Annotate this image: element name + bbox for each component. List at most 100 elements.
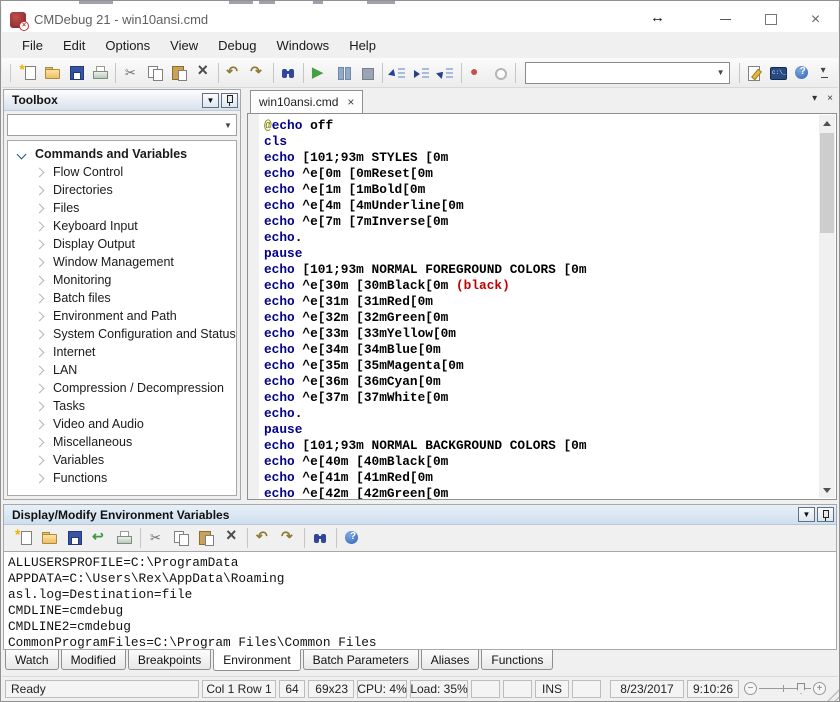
code-line[interactable]: echo ^e[37m [37mWhite[0m — [264, 390, 818, 406]
step-into-button[interactable] — [386, 61, 410, 85]
save-button[interactable] — [65, 61, 89, 85]
tree-item-lan[interactable]: LAN — [8, 361, 236, 379]
scrollbar-thumb[interactable] — [820, 133, 834, 233]
tab-list-dropdown-icon[interactable]: ▾ — [812, 93, 817, 104]
code-line[interactable]: echo ^e[0m [0mReset[0m — [264, 166, 818, 182]
tree-item-functions[interactable]: Functions — [8, 469, 236, 487]
env-variable-row[interactable]: ALLUSERSPROFILE=C:\ProgramData — [8, 555, 836, 571]
open-button[interactable] — [37, 526, 62, 550]
help-button[interactable] — [790, 61, 814, 85]
code-line[interactable]: echo ^e[4m [4mUnderline[0m — [264, 198, 818, 214]
tree-item-keyboard-input[interactable]: Keyboard Input — [8, 217, 236, 235]
breakpoint-button[interactable] — [465, 61, 489, 85]
toolbox-filter-input[interactable] — [8, 117, 220, 133]
menu-options[interactable]: Options — [95, 34, 160, 57]
tree-item-compression-decompression[interactable]: Compression / Decompression — [8, 379, 236, 397]
tree-item-batch-files[interactable]: Batch files — [8, 289, 236, 307]
new-button[interactable] — [12, 526, 37, 550]
help-button[interactable] — [340, 526, 365, 550]
toolbar-combobox[interactable]: ▼ — [525, 62, 729, 84]
environment-pin-button[interactable] — [817, 507, 834, 522]
cut-button[interactable] — [144, 526, 169, 550]
zoom-out-button[interactable]: − — [744, 682, 757, 695]
toolbox-menu-button[interactable]: ▼ — [202, 93, 219, 108]
revert-button[interactable] — [87, 526, 112, 550]
breakpoint-clear-button[interactable] — [488, 61, 512, 85]
code-line[interactable]: echo ^e[33m [33mYellow[0m — [264, 326, 818, 342]
env-variable-row[interactable]: CMDLINE=cmdebug — [8, 603, 836, 619]
save-button[interactable] — [62, 526, 87, 550]
code-line[interactable]: echo ^e[41m [41mRed[0m — [264, 470, 818, 486]
code-line[interactable]: cls — [264, 134, 818, 150]
tree-item-tasks[interactable]: Tasks — [8, 397, 236, 415]
run-button[interactable] — [307, 61, 331, 85]
undo-button[interactable] — [222, 61, 246, 85]
menu-file[interactable]: File — [12, 34, 53, 57]
tree-item-window-management[interactable]: Window Management — [8, 253, 236, 271]
code-line[interactable]: echo ^e[7m [7mInverse[0m — [264, 214, 818, 230]
code-line[interactable]: echo. — [264, 406, 818, 422]
code-line[interactable]: echo ^e[31m [31mRed[0m — [264, 294, 818, 310]
redo-button[interactable] — [276, 526, 301, 550]
tab-functions[interactable]: Functions — [481, 650, 553, 670]
tree-item-display-output[interactable]: Display Output — [8, 235, 236, 253]
env-variable-row[interactable]: asl.log=Destination=file — [8, 587, 836, 603]
code-line[interactable]: @echo off — [264, 118, 818, 134]
redo-button[interactable] — [246, 61, 270, 85]
tree-item-commands-and-variables[interactable]: Commands and Variables — [8, 145, 236, 163]
copy-button[interactable] — [143, 61, 167, 85]
zoom-track[interactable] — [759, 688, 811, 689]
delete-button[interactable] — [191, 61, 215, 85]
tree-item-video-and-audio[interactable]: Video and Audio — [8, 415, 236, 433]
undo-button[interactable] — [251, 526, 276, 550]
tree-item-internet[interactable]: Internet — [8, 343, 236, 361]
paste-button[interactable] — [194, 526, 219, 550]
tree-item-files[interactable]: Files — [8, 199, 236, 217]
tree-item-monitoring[interactable]: Monitoring — [8, 271, 236, 289]
scroll-up-arrow[interactable] — [819, 115, 835, 131]
code-line[interactable]: echo ^e[40m [40mBlack[0m — [264, 454, 818, 470]
code-line[interactable]: echo ^e[36m [36mCyan[0m — [264, 374, 818, 390]
tab-modified[interactable]: Modified — [61, 650, 126, 670]
minimize-button[interactable] — [703, 7, 748, 32]
environment-variable-list[interactable]: ALLUSERSPROFILE=C:\ProgramDataAPPDATA=C:… — [4, 551, 836, 649]
new-button[interactable] — [17, 61, 41, 85]
print-button[interactable] — [89, 61, 113, 85]
tree-item-environment-and-path[interactable]: Environment and Path — [8, 307, 236, 325]
delete-button[interactable] — [219, 526, 244, 550]
editor-vertical-scrollbar[interactable] — [819, 115, 835, 498]
code-line[interactable]: echo ^e[35m [35mMagenta[0m — [264, 358, 818, 374]
toolbox-pin-button[interactable] — [221, 93, 238, 108]
code-line[interactable]: echo [101;93m NORMAL BACKGROUND COLORS [… — [264, 438, 818, 454]
stop-button[interactable] — [355, 61, 379, 85]
close-button[interactable]: × — [793, 7, 838, 32]
tab-close-icon[interactable]: × — [347, 97, 354, 107]
tab-environment[interactable]: Environment — [213, 649, 300, 671]
editor-tab[interactable]: win10ansi.cmd × — [250, 90, 363, 113]
code-line[interactable]: echo ^e[30m [30mBlack[0m (black) — [264, 278, 818, 294]
find-button[interactable] — [277, 61, 301, 85]
chevron-down-icon[interactable]: ▼ — [713, 68, 729, 77]
overflow-button[interactable] — [814, 61, 838, 85]
toolbar-combobox-input[interactable] — [526, 65, 712, 81]
environment-menu-button[interactable]: ▼ — [798, 507, 815, 522]
code-line[interactable]: pause — [264, 246, 818, 262]
tree-item-directories[interactable]: Directories — [8, 181, 236, 199]
editor-content[interactable]: @echo offclsecho [101;93m STYLES [0mecho… — [264, 114, 818, 499]
env-variable-row[interactable]: CommonProgramFiles=C:\Program Files\Comm… — [8, 635, 836, 649]
zoom-in-button[interactable]: + — [813, 682, 826, 695]
env-variable-row[interactable]: APPDATA=C:\Users\Rex\AppData\Roaming — [8, 571, 836, 587]
code-line[interactable]: echo ^e[42m [42mGreen[0m — [264, 486, 818, 499]
tree-item-system-configuration-and-status[interactable]: System Configuration and Status — [8, 325, 236, 343]
chevron-down-icon[interactable]: ▼ — [220, 121, 236, 130]
maximize-button[interactable] — [748, 7, 793, 32]
scroll-down-arrow[interactable] — [819, 482, 835, 498]
notepad-button[interactable] — [743, 61, 767, 85]
toolbox-filter-combobox[interactable]: ▼ — [7, 114, 237, 136]
print-button[interactable] — [112, 526, 137, 550]
code-line[interactable]: echo [101;93m NORMAL FOREGROUND COLORS [… — [264, 262, 818, 278]
code-line[interactable]: echo. — [264, 230, 818, 246]
code-line[interactable]: echo ^e[34m [34mBlue[0m — [264, 342, 818, 358]
menu-help[interactable]: Help — [339, 34, 386, 57]
tab-batch-parameters[interactable]: Batch Parameters — [303, 650, 419, 670]
